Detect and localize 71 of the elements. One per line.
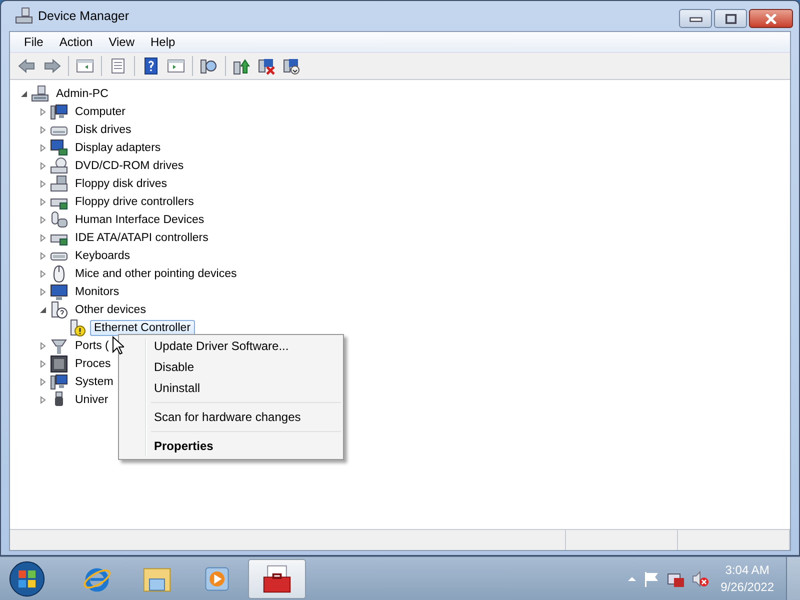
collapse-arrow[interactable] [39,306,47,314]
expand-arrow[interactable] [39,234,47,242]
context-menu-item[interactable]: Properties [121,436,341,457]
expand-arrow[interactable] [39,216,47,224]
tree-item[interactable]: IDE ATA/ATAPI controllers [71,230,212,246]
expand-arrow[interactable] [39,252,47,260]
expand-arrow[interactable] [39,378,47,386]
expand-arrow[interactable] [39,288,47,296]
tree-item[interactable]: System [71,374,118,390]
disc-drive-icon [50,157,68,175]
taskbar-button[interactable] [248,558,306,598]
computer-network-icon [31,85,49,103]
expand-arrow[interactable] [39,198,47,206]
tree-item[interactable]: Other devices [71,302,150,318]
menu-item[interactable]: File [16,35,52,49]
context-menu-item[interactable]: Disable [121,357,341,378]
maximize-icon [724,14,738,24]
context-menu-item[interactable]: Uninstall [121,378,341,399]
tree-item[interactable]: Disk drives [71,122,136,138]
expand-arrow[interactable] [39,396,47,404]
expand-arrow[interactable] [39,270,47,278]
tree-item[interactable]: Computer [71,104,130,120]
tree-item[interactable]: Mice and other pointing devices [71,266,241,282]
toolbox-icon [262,564,292,594]
joystick-icon [50,211,68,229]
port-icon [50,337,68,355]
expand-arrow[interactable] [39,342,47,350]
expand-arrow[interactable] [39,108,47,116]
close-icon [764,14,778,24]
expand-arrow[interactable] [39,360,47,368]
start-button[interactable] [8,560,46,598]
flag-icon[interactable] [642,570,661,588]
maximize-button[interactable] [714,9,747,28]
speaker-muted-icon[interactable] [690,570,709,588]
tree-item[interactable]: Univer [71,392,112,408]
menu-item[interactable]: Action [51,35,101,49]
processor-icon [50,355,68,373]
tree-item[interactable]: Floppy drive controllers [71,194,198,210]
context-menu-item[interactable]: Scan for hardware changes [121,407,341,428]
tree-item[interactable]: DVD/CD-ROM drives [71,158,188,174]
clock-time: 3:04 AM [725,562,770,578]
unknown-device-icon [50,301,68,319]
computer-network-icon [15,7,33,25]
menu-item[interactable]: Help [142,35,184,49]
tree-item[interactable]: Ethernet Controller [90,320,195,336]
tree-item[interactable]: Ports ( [71,338,113,354]
tree-item[interactable]: Floppy disk drives [71,176,172,192]
tree-item[interactable]: Monitors [71,284,124,300]
show-desktop-button[interactable] [786,557,800,600]
floppy-drive-icon [50,175,68,193]
warning-device-icon [69,319,87,337]
close-button[interactable] [749,9,793,28]
clock-date: 9/26/2022 [720,578,774,596]
tree-item[interactable]: Keyboards [71,248,134,264]
tree-item[interactable]: Proces [71,356,115,372]
expand-arrow[interactable] [39,126,47,134]
minimize-button[interactable] [679,9,712,28]
computer-icon [50,373,68,391]
expand-arrow[interactable] [39,144,47,152]
tree-item[interactable]: Display adapters [71,140,165,156]
window-title: Device Manager [38,9,130,23]
monitor-icon [50,283,68,301]
tree-item[interactable]: Admin-PC [52,86,112,102]
expand-arrow[interactable] [39,162,47,170]
computer-icon [50,103,68,121]
expand-arrow[interactable] [39,180,47,188]
display-adapter-icon [50,139,68,157]
context-menu-item[interactable]: Update Driver Software... [121,336,341,357]
tree-item[interactable]: Human Interface Devices [71,212,208,228]
collapse-arrow[interactable] [20,90,28,98]
menu-item[interactable]: View [100,35,142,49]
